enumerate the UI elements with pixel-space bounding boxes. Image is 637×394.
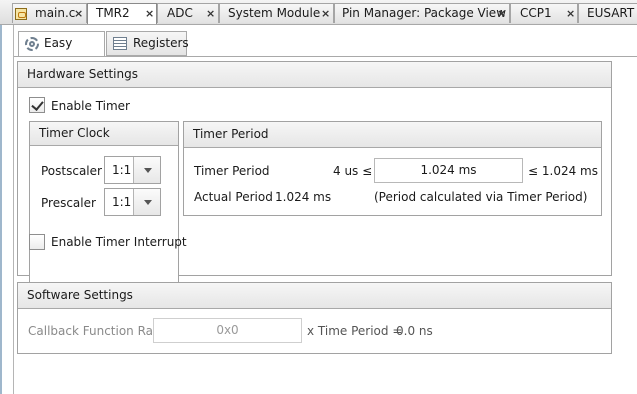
- tab-label: main.c: [35, 6, 76, 20]
- tab-adc[interactable]: ADC ×: [157, 3, 219, 23]
- editor-tab-strip: main.c × TMR2 × ADC × System Module × Pi…: [0, 0, 637, 25]
- tab-registers[interactable]: Registers: [106, 31, 189, 56]
- timer-period-title: Timer Period: [184, 122, 601, 148]
- postscaler-value: 1:1: [112, 163, 132, 177]
- prescaler-value: 1:1: [112, 195, 132, 209]
- prescaler-label: Prescaler: [41, 196, 96, 210]
- period-note: (Period calculated via Timer Period): [374, 190, 588, 204]
- time-period-value: 0.0 ns: [396, 324, 433, 338]
- postscaler-select[interactable]: 1:1: [104, 156, 161, 184]
- enable-interrupt-label: Enable Timer Interrupt: [51, 235, 187, 249]
- tab-label: ADC: [167, 6, 193, 20]
- tab-registers-label: Registers: [133, 36, 189, 50]
- close-icon[interactable]: ×: [206, 4, 215, 23]
- tab-eusart[interactable]: EUSART: [578, 3, 637, 23]
- tab-label: CCP1: [520, 6, 552, 20]
- enable-interrupt-checkbox[interactable]: [29, 234, 45, 250]
- gear-icon: [25, 37, 39, 51]
- chevron-down-icon[interactable]: [133, 157, 160, 183]
- register-table-icon: [113, 37, 127, 50]
- software-settings-panel: Software Settings Callback Function Rate…: [17, 282, 612, 354]
- timer-period-value: 1.024 ms: [420, 163, 477, 177]
- tab-label: System Module: [228, 6, 321, 20]
- tab-label: Pin Manager: Package View: [342, 6, 507, 20]
- timer-clock-group: Timer Clock Postscaler 1:1 Prescaler 1:1: [29, 121, 179, 288]
- checkmark-icon: [31, 98, 44, 111]
- tab-tmr2[interactable]: TMR2 ×: [87, 3, 157, 24]
- callback-rate-input[interactable]: 0x0: [153, 318, 302, 343]
- tab-ccp1[interactable]: CCP1 ×: [510, 3, 578, 23]
- software-settings-title: Software Settings: [18, 283, 611, 309]
- c-file-icon: [15, 8, 27, 20]
- postscaler-label: Postscaler: [41, 164, 102, 178]
- close-icon[interactable]: ×: [497, 4, 506, 23]
- enable-timer-checkbox[interactable]: [29, 97, 45, 113]
- timer-period-max: ≤ 1.024 ms: [528, 164, 598, 178]
- close-icon[interactable]: ×: [74, 4, 83, 23]
- tab-main-c[interactable]: main.c ×: [12, 3, 87, 23]
- actual-period-value: 1.024 ms: [275, 190, 332, 204]
- callback-rate-label: Callback Function Rate: [28, 324, 166, 338]
- close-icon[interactable]: ×: [145, 4, 154, 23]
- tab-system-module[interactable]: System Module ×: [219, 3, 334, 23]
- enable-timer-label: Enable Timer: [51, 99, 130, 113]
- timer-period-input[interactable]: 1.024 ms: [374, 158, 523, 183]
- left-gutter-divider: [13, 25, 14, 394]
- left-gutter: [0, 25, 2, 394]
- tab-label: EUSART: [587, 6, 635, 20]
- tab-pin-manager[interactable]: Pin Manager: Package View ×: [334, 3, 510, 23]
- timer-period-min: 4 us ≤: [333, 164, 373, 178]
- content-border: [14, 56, 637, 57]
- callback-rate-value: 0x0: [216, 323, 239, 337]
- chevron-down-icon[interactable]: [133, 189, 160, 215]
- time-period-text: x Time Period =: [307, 324, 403, 338]
- close-icon[interactable]: ×: [566, 4, 575, 23]
- tab-label: TMR2: [96, 6, 130, 20]
- timer-period-group: Timer Period Timer Period 4 us ≤ 1.024 m…: [183, 121, 602, 216]
- timer-period-label: Timer Period: [194, 164, 270, 178]
- tab-easy-setup[interactable]: Easy Setup: [18, 31, 105, 73]
- hardware-settings-title: Hardware Settings: [18, 62, 611, 88]
- prescaler-select[interactable]: 1:1: [104, 188, 161, 216]
- hardware-settings-panel: Hardware Settings Enable Timer Timer Clo…: [17, 61, 612, 288]
- close-icon[interactable]: ×: [321, 4, 330, 23]
- timer-clock-title: Timer Clock: [30, 122, 178, 146]
- actual-period-label: Actual Period: [194, 190, 273, 204]
